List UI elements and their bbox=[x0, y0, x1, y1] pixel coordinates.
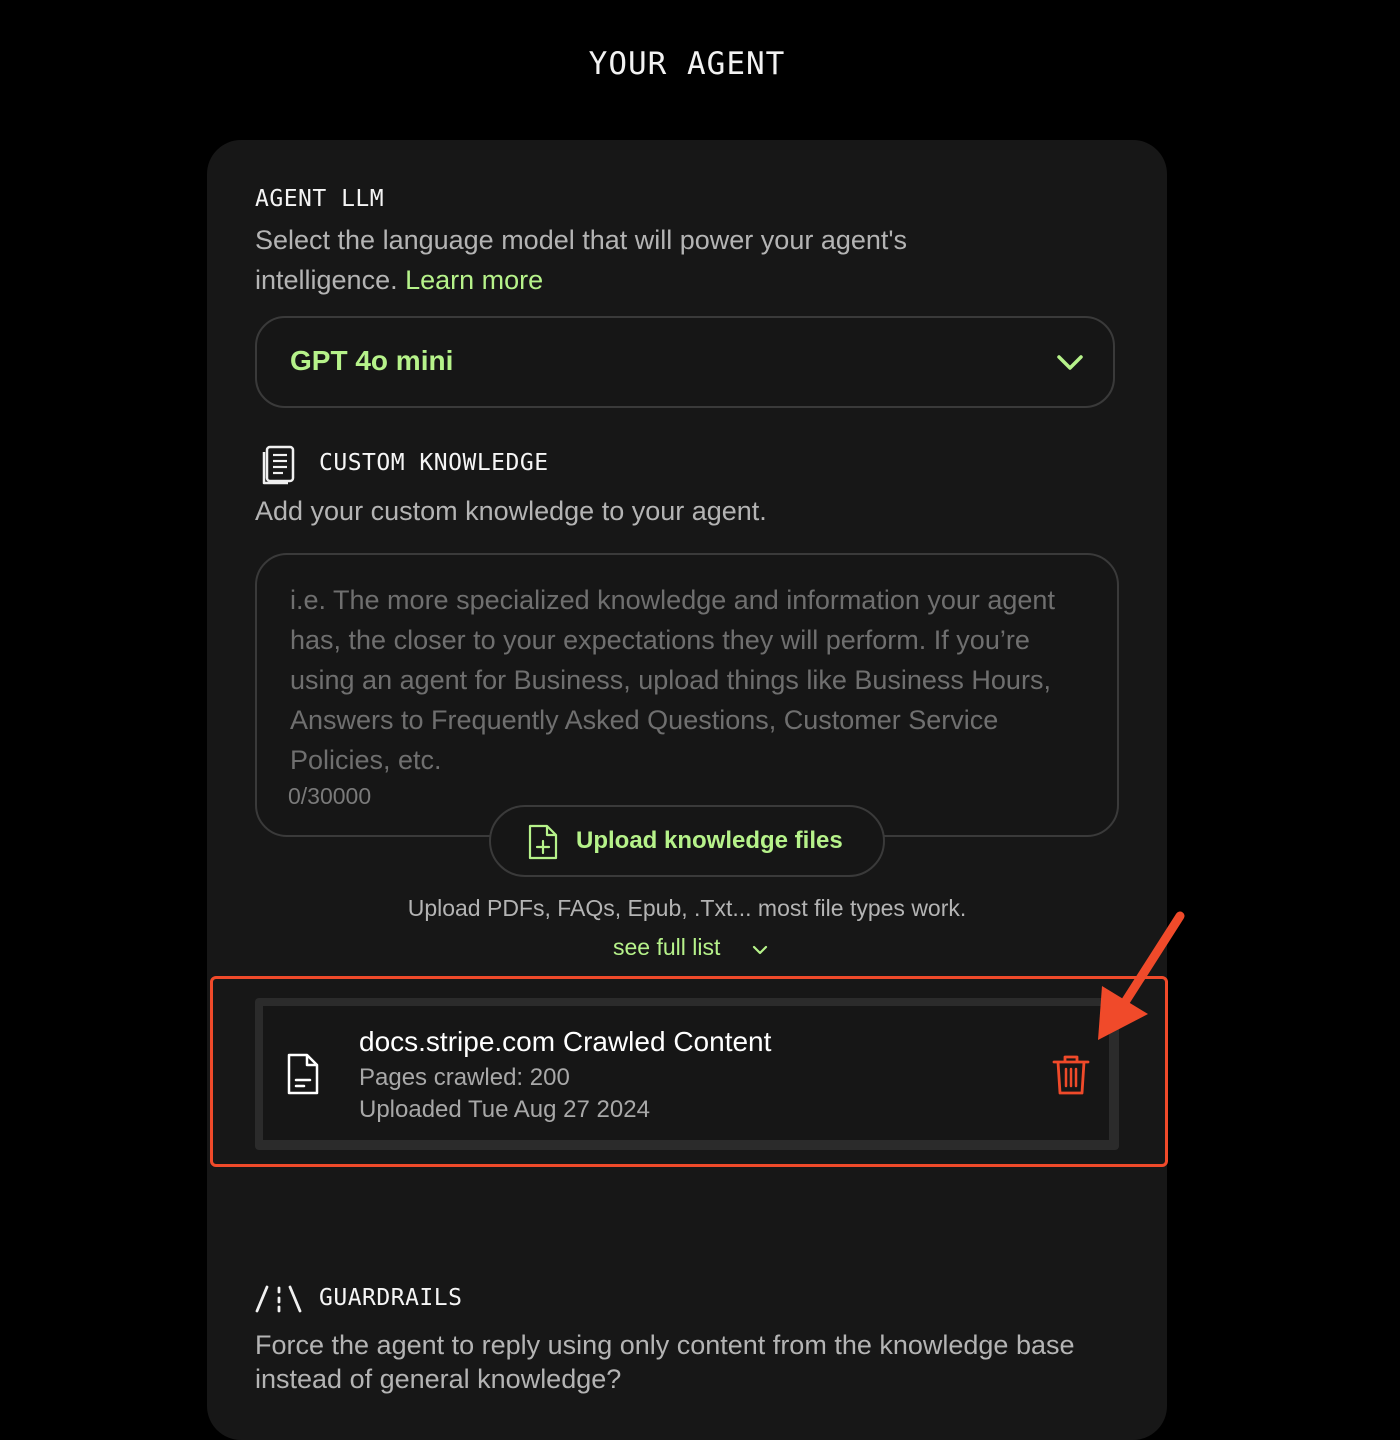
guardrails-icon bbox=[255, 1285, 302, 1313]
model-select[interactable]: GPT 4o mini bbox=[255, 316, 1115, 408]
knowledge-textarea[interactable]: i.e. The more specialized knowledge and … bbox=[255, 553, 1119, 837]
selected-model: GPT 4o mini bbox=[290, 345, 454, 376]
annotation-arrow-icon bbox=[1098, 911, 1185, 1040]
upload-knowledge-button[interactable]: Upload knowledge files bbox=[489, 805, 885, 877]
upload-button-label: Upload knowledge files bbox=[576, 827, 843, 854]
agent-llm-description: Select the language model that will powe… bbox=[255, 220, 1115, 300]
agent-llm-description-line2: intelligence. bbox=[255, 265, 398, 295]
char-counter: 0/30000 bbox=[288, 783, 372, 809]
knowledge-placeholder: i.e. The more specialized knowledge and … bbox=[290, 585, 1055, 775]
file-plus-icon bbox=[528, 824, 558, 860]
guardrails-description: Force the agent to reply using only cont… bbox=[255, 1330, 1075, 1394]
upload-hint: Upload PDFs, FAQs, Epub, .Txt... most fi… bbox=[407, 895, 967, 921]
agent-settings-card: AGENT LLM Select the language model that… bbox=[207, 140, 1167, 1440]
learn-more-link[interactable]: Learn more bbox=[405, 265, 543, 295]
document-list-icon bbox=[262, 445, 295, 485]
highlight-annotation-box bbox=[210, 976, 1168, 1167]
custom-knowledge-heading: CUSTOM KNOWLEDGE bbox=[319, 450, 549, 476]
chevron-down-icon bbox=[1057, 355, 1083, 370]
agent-llm-description-line1: Select the language model that will powe… bbox=[255, 225, 908, 255]
guardrails-heading: GUARDRAILS bbox=[319, 1285, 463, 1311]
custom-knowledge-description: Add your custom knowledge to your agent. bbox=[255, 496, 767, 526]
see-full-list-link[interactable]: see full list bbox=[613, 934, 720, 961]
agent-llm-heading: AGENT LLM bbox=[255, 186, 385, 212]
chevron-down-icon bbox=[752, 945, 768, 955]
page-title: YOUR AGENT bbox=[588, 46, 786, 82]
